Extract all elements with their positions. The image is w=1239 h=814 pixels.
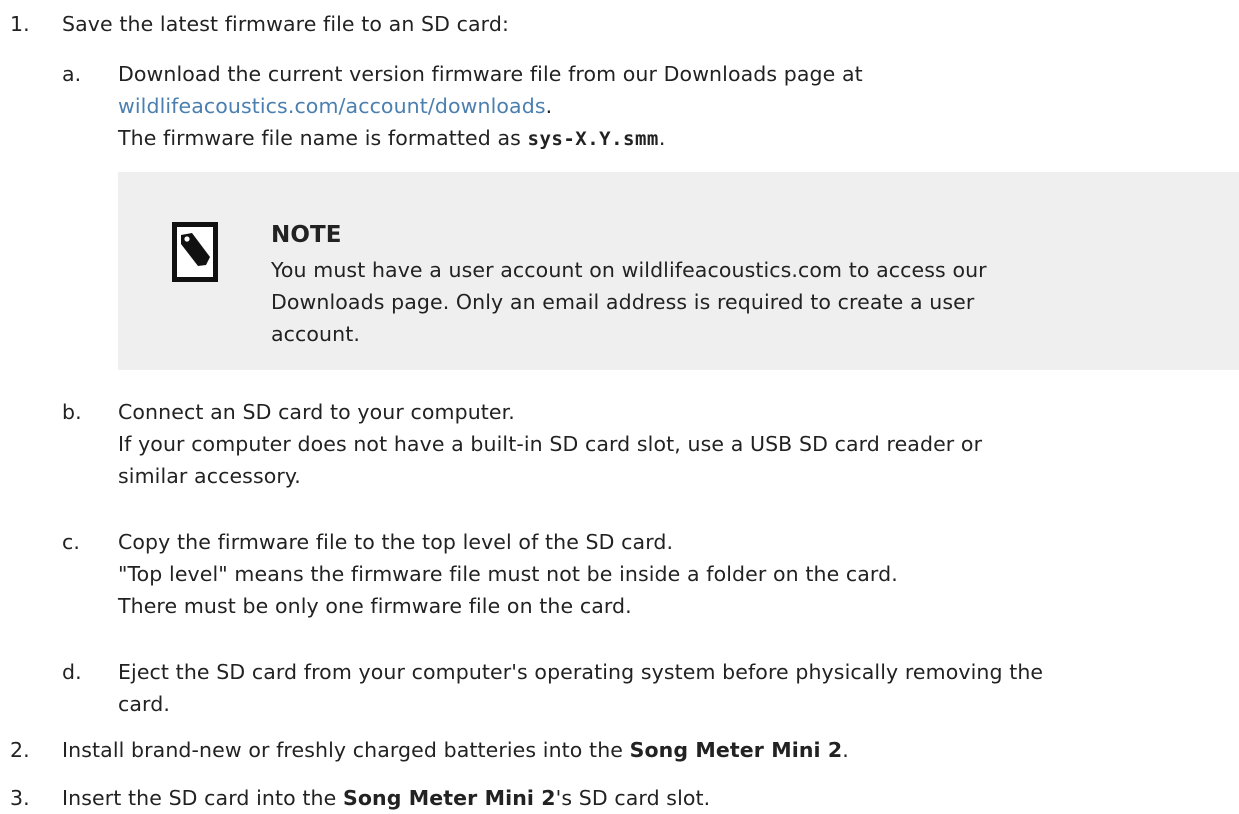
note-text: account. (271, 322, 360, 346)
substep-text: similar accessory. (118, 464, 301, 488)
substep-letter: b. (62, 400, 82, 424)
substep-letter: d. (62, 660, 82, 684)
step-text: Install brand-new or freshly charged bat… (62, 738, 630, 762)
punctuation: . (842, 738, 849, 762)
punctuation: . (545, 94, 553, 118)
step-text: 's SD card slot. (555, 786, 711, 810)
product-name: Song Meter Mini 2 (629, 738, 843, 762)
substep-text: If your computer does not have a built-i… (118, 432, 983, 456)
substep-text: Eject the SD card from your computer's o… (118, 660, 1044, 684)
note-text: Downloads page. Only an email address is… (271, 290, 975, 314)
punctuation: . (658, 126, 666, 150)
note-title: NOTE (271, 222, 342, 248)
substep-text: Connect an SD card to your computer. (118, 400, 515, 424)
substep-text: The firmware file name is formatted as (118, 126, 528, 150)
substep-text: "Top level" means the firmware file must… (118, 562, 898, 586)
downloads-link[interactable]: wildlifeacoustics.com/account/downloads (118, 94, 546, 118)
step-number: 1. (10, 12, 30, 36)
firmware-filename-code: sys-X.Y.smm (527, 128, 659, 150)
product-name: Song Meter Mini 2 (342, 786, 556, 810)
instruction-page: 1. Save the latest firmware file to an S… (0, 0, 1239, 810)
note-tag-icon (172, 222, 218, 282)
step-number: 2. (10, 738, 30, 762)
substep-letter: c. (62, 530, 80, 554)
note-body: You must have a user account on wildlife… (271, 254, 1171, 350)
substep-text: Download the current version firmware fi… (118, 62, 863, 86)
note-callout: NOTE You must have a user account on wil… (118, 172, 1239, 370)
substep-text: Copy the firmware file to the top level … (118, 530, 674, 554)
step-text: Insert the SD card into the (62, 786, 343, 810)
substep-text: card. (118, 692, 170, 716)
step-text: Save the latest firmware file to an SD c… (62, 12, 509, 36)
substep-letter: a. (62, 62, 82, 86)
step-number: 3. (10, 786, 30, 810)
note-text: You must have a user account on wildlife… (271, 258, 987, 282)
substep-text: There must be only one firmware file on … (118, 594, 632, 618)
